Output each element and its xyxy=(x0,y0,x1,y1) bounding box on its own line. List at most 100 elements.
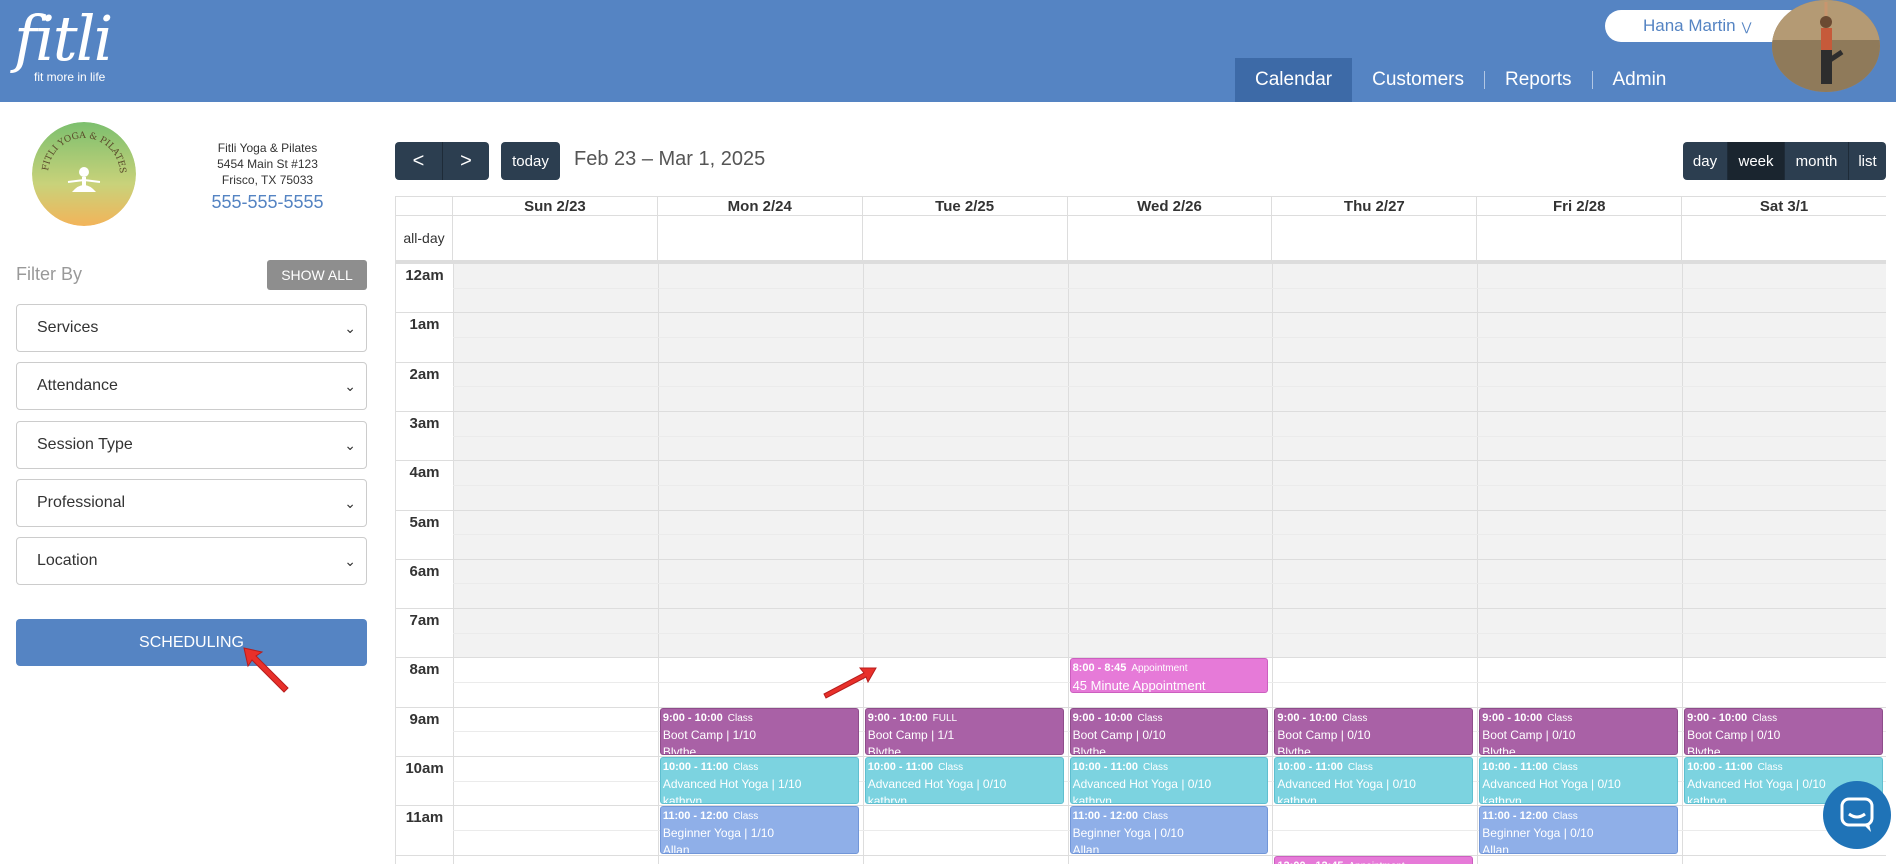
event-tag: Class xyxy=(733,762,759,773)
half-hour-line xyxy=(453,435,1886,437)
all-day-label: all-day xyxy=(396,216,453,260)
services-select[interactable]: Services ⌄ xyxy=(16,304,367,352)
half-hour-line xyxy=(453,287,1886,289)
hour-label: 8am xyxy=(409,661,440,679)
chevron-down-icon: ⋁ xyxy=(1741,20,1752,34)
prev-week-button[interactable]: < xyxy=(395,142,442,180)
professional-select[interactable]: Professional ⌄ xyxy=(16,479,367,527)
calendar-event[interactable]: 10:00 - 11:00 Class Advanced Hot Yoga | 0/… xyxy=(1274,757,1474,805)
event-tag: Class xyxy=(1757,762,1783,773)
day-column-header[interactable]: Sun 2/23 xyxy=(453,197,658,216)
all-day-cell[interactable] xyxy=(1477,216,1683,260)
day-column-header[interactable]: Sat 3/1 xyxy=(1682,197,1886,216)
day-column-header[interactable]: Fri 2/28 xyxy=(1477,197,1683,216)
studio-address-line1: 5454 Main St #123 xyxy=(217,157,318,171)
hour-label: 9am xyxy=(409,710,440,728)
event-time: 9:00 - 10:00 xyxy=(1687,711,1748,724)
top-header: fitli fit more in life Hana Martin ⋁ Cale… xyxy=(0,0,1896,102)
avatar[interactable] xyxy=(1772,0,1880,92)
event-title: Beginner Yoga | 1/10 xyxy=(662,826,775,841)
event-instructor: Blythe xyxy=(1687,744,1721,755)
event-title: Beginner Yoga | 0/10 xyxy=(1072,826,1184,841)
calendar-event[interactable]: 12:00 - 12:45 Appointment xyxy=(1274,855,1474,864)
event-title: Boot Camp | 1/1 xyxy=(867,727,955,742)
day-column-header[interactable]: Tue 2/25 xyxy=(862,197,1068,216)
show-all-button[interactable]: SHOW ALL xyxy=(267,260,367,290)
event-instructor: kathryn xyxy=(1482,794,1522,805)
event-time: 8:00 - 8:45 xyxy=(1072,662,1127,675)
nav-reports[interactable]: Reports xyxy=(1485,58,1592,102)
select-label: Attendance xyxy=(37,377,118,394)
nav-customers[interactable]: Customers xyxy=(1352,58,1484,102)
event-title: Advanced Hot Yoga | 0/10 xyxy=(1277,777,1416,791)
studio-info: Fitli Yoga & Pilates 5454 Main St #123 F… xyxy=(195,140,340,214)
calendar-event[interactable]: 9:00 - 10:00 Class Boot Camp | 0/10 Blythe xyxy=(1684,707,1883,755)
all-day-cell[interactable] xyxy=(1682,216,1886,260)
calendar-event[interactable]: 9:00 - 10:00 FULL Boot Camp | 1/1 Blythe xyxy=(864,707,1064,755)
location-select[interactable]: Location ⌄ xyxy=(16,537,367,585)
calendar-event[interactable]: 11:00 - 12:00 Class Beginner Yoga | 0/10 Al… xyxy=(1479,806,1679,854)
day-column-header[interactable]: Mon 2/24 xyxy=(657,197,863,216)
hour-label: 6am xyxy=(409,562,440,580)
event-tag: Class xyxy=(1552,762,1578,773)
all-day-cell[interactable] xyxy=(1272,216,1478,260)
calendar-event[interactable]: 9:00 - 10:00 Class Boot Camp | 0/10 Blythe xyxy=(1274,707,1474,755)
calendar-event[interactable]: 9:00 - 10:00 Class Boot Camp | 0/10 Blythe xyxy=(1069,707,1269,755)
calendar-event[interactable]: 10:00 - 11:00 Class Advanced Hot Yoga | 0/… xyxy=(1479,757,1679,805)
chevron-down-icon: ⌄ xyxy=(344,437,356,453)
view-day-button[interactable]: day xyxy=(1683,142,1727,180)
all-day-cell[interactable] xyxy=(863,216,1068,260)
hour-label: 2am xyxy=(409,365,440,383)
half-hour-line xyxy=(453,386,1886,388)
calendar-event[interactable]: 10:00 - 11:00 Class Advanced Hot Yoga | 0/… xyxy=(864,757,1064,805)
calendar-event[interactable]: 9:00 - 10:00 Class Boot Camp | 1/10 Blythe xyxy=(659,707,859,755)
next-week-button[interactable]: > xyxy=(442,142,489,180)
hour-label: 11am xyxy=(405,809,444,827)
view-list-button[interactable]: list xyxy=(1848,142,1886,180)
half-hour-line xyxy=(453,534,1886,536)
nav-admin[interactable]: Admin xyxy=(1593,58,1687,102)
session-type-select[interactable]: Session Type ⌄ xyxy=(16,421,367,469)
event-tag: Class xyxy=(1137,712,1163,724)
attendance-select[interactable]: Attendance ⌄ xyxy=(16,362,367,410)
event-tag: Class xyxy=(733,811,759,823)
event-title: Advanced Hot Yoga | 1/10 xyxy=(662,777,802,791)
calendar-event[interactable]: 10:00 - 11:00 Class Advanced Hot Yoga | 0/… xyxy=(1069,757,1269,805)
scheduling-button[interactable]: SCHEDULING xyxy=(16,619,367,666)
select-label: Location xyxy=(37,552,98,569)
today-button[interactable]: today xyxy=(501,142,560,180)
calendar-event[interactable]: 8:00 - 8:45 Appointment 45 Minute Appointm… xyxy=(1069,658,1269,694)
event-title: Boot Camp | 0/10 xyxy=(1277,727,1371,742)
event-time: 9:00 - 10:00 xyxy=(662,711,723,724)
calendar-event[interactable]: 11:00 - 12:00 Class Beginner Yoga | 0/10 Al… xyxy=(1069,806,1269,854)
day-column-header[interactable]: Thu 2/27 xyxy=(1272,197,1478,216)
calendar-event[interactable]: 10:00 - 11:00 Class Advanced Hot Yoga | 1/… xyxy=(659,757,859,805)
all-day-cell[interactable] xyxy=(658,216,863,260)
studio-phone[interactable]: 555-555-5555 xyxy=(195,190,340,214)
studio-logo: FITLI YOGA & PILATES xyxy=(32,122,136,226)
event-time: 10:00 - 11:00 xyxy=(662,761,729,773)
studio-name: Fitli Yoga & Pilates xyxy=(217,141,318,155)
nav-calendar[interactable]: Calendar xyxy=(1235,58,1353,102)
chevron-down-icon: ⌄ xyxy=(344,378,356,394)
chat-widget-button[interactable] xyxy=(1823,781,1891,849)
hour-label: 1am xyxy=(409,316,440,334)
event-time: 11:00 - 12:00 xyxy=(662,810,729,823)
event-time: 10:00 - 11:00 xyxy=(1687,761,1753,773)
event-time: 9:00 - 10:00 xyxy=(1482,711,1543,724)
event-tag: FULL xyxy=(932,712,958,724)
hour-label: 7am xyxy=(409,612,440,630)
all-day-cell[interactable] xyxy=(453,216,658,260)
calendar-event[interactable]: 11:00 - 12:00 Class Beginner Yoga | 1/10 Al… xyxy=(659,806,859,854)
view-week-button[interactable]: week xyxy=(1727,142,1784,180)
view-month-button[interactable]: month xyxy=(1784,142,1848,180)
fitli-logo[interactable]: fitli fit more in life xyxy=(14,4,124,88)
event-instructor: Allan xyxy=(1072,843,1100,854)
calendar-event[interactable]: 9:00 - 10:00 Class Boot Camp | 0/10 Blythe xyxy=(1479,707,1679,755)
event-title: Advanced Hot Yoga | 0/10 xyxy=(867,777,1007,791)
day-column-header[interactable]: Wed 2/26 xyxy=(1067,197,1273,216)
half-hour-line xyxy=(453,484,1886,486)
hour-label: 10am xyxy=(405,760,444,777)
all-day-cell[interactable] xyxy=(1068,216,1273,260)
event-title: Boot Camp | 0/10 xyxy=(1482,727,1576,742)
